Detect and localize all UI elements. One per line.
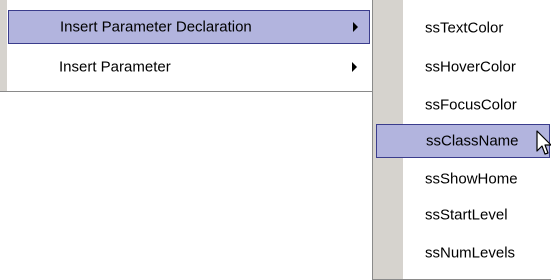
submenu-item-label: ssTextColor (425, 19, 504, 37)
menu-item-label: Insert Parameter (59, 58, 171, 76)
mouse-pointer-icon (536, 130, 551, 155)
submenu-item-sshovercolor[interactable]: ssHoverColor (376, 50, 550, 84)
menu-icon-gutter (0, 0, 7, 91)
submenu-item-sstextcolor[interactable]: ssTextColor (376, 11, 550, 45)
submenu-item-ssstartlevel[interactable]: ssStartLevel (376, 198, 550, 232)
submenu-item-label: ssFocusColor (425, 96, 517, 114)
menu-item-insert-parameter-declaration[interactable]: Insert Parameter Declaration (8, 10, 370, 44)
parameter-submenu: ssTextColor ssHoverColor ssFocusColor ss… (372, 0, 551, 280)
submenu-item-ssnumlevels[interactable]: ssNumLevels (376, 236, 550, 270)
submenu-item-ssclassname[interactable]: ssClassName (376, 124, 550, 158)
submenu-item-label: ssShowHome (425, 170, 518, 188)
submenu-arrow-icon (353, 22, 358, 32)
submenu-item-ssshowhome[interactable]: ssShowHome (376, 162, 550, 196)
menu-item-insert-parameter[interactable]: Insert Parameter (8, 50, 370, 84)
submenu-item-label: ssNumLevels (425, 244, 516, 262)
menu-item-label: Insert Parameter Declaration (60, 18, 252, 36)
submenu-item-label: ssHoverColor (425, 58, 516, 76)
context-menu: Insert Parameter Declaration Insert Para… (0, 0, 374, 92)
submenu-item-ssfocuscolor[interactable]: ssFocusColor (376, 88, 550, 122)
submenu-item-label: ssStartLevel (425, 206, 508, 224)
submenu-arrow-icon (352, 62, 357, 72)
submenu-item-label: ssClassName (426, 132, 519, 150)
